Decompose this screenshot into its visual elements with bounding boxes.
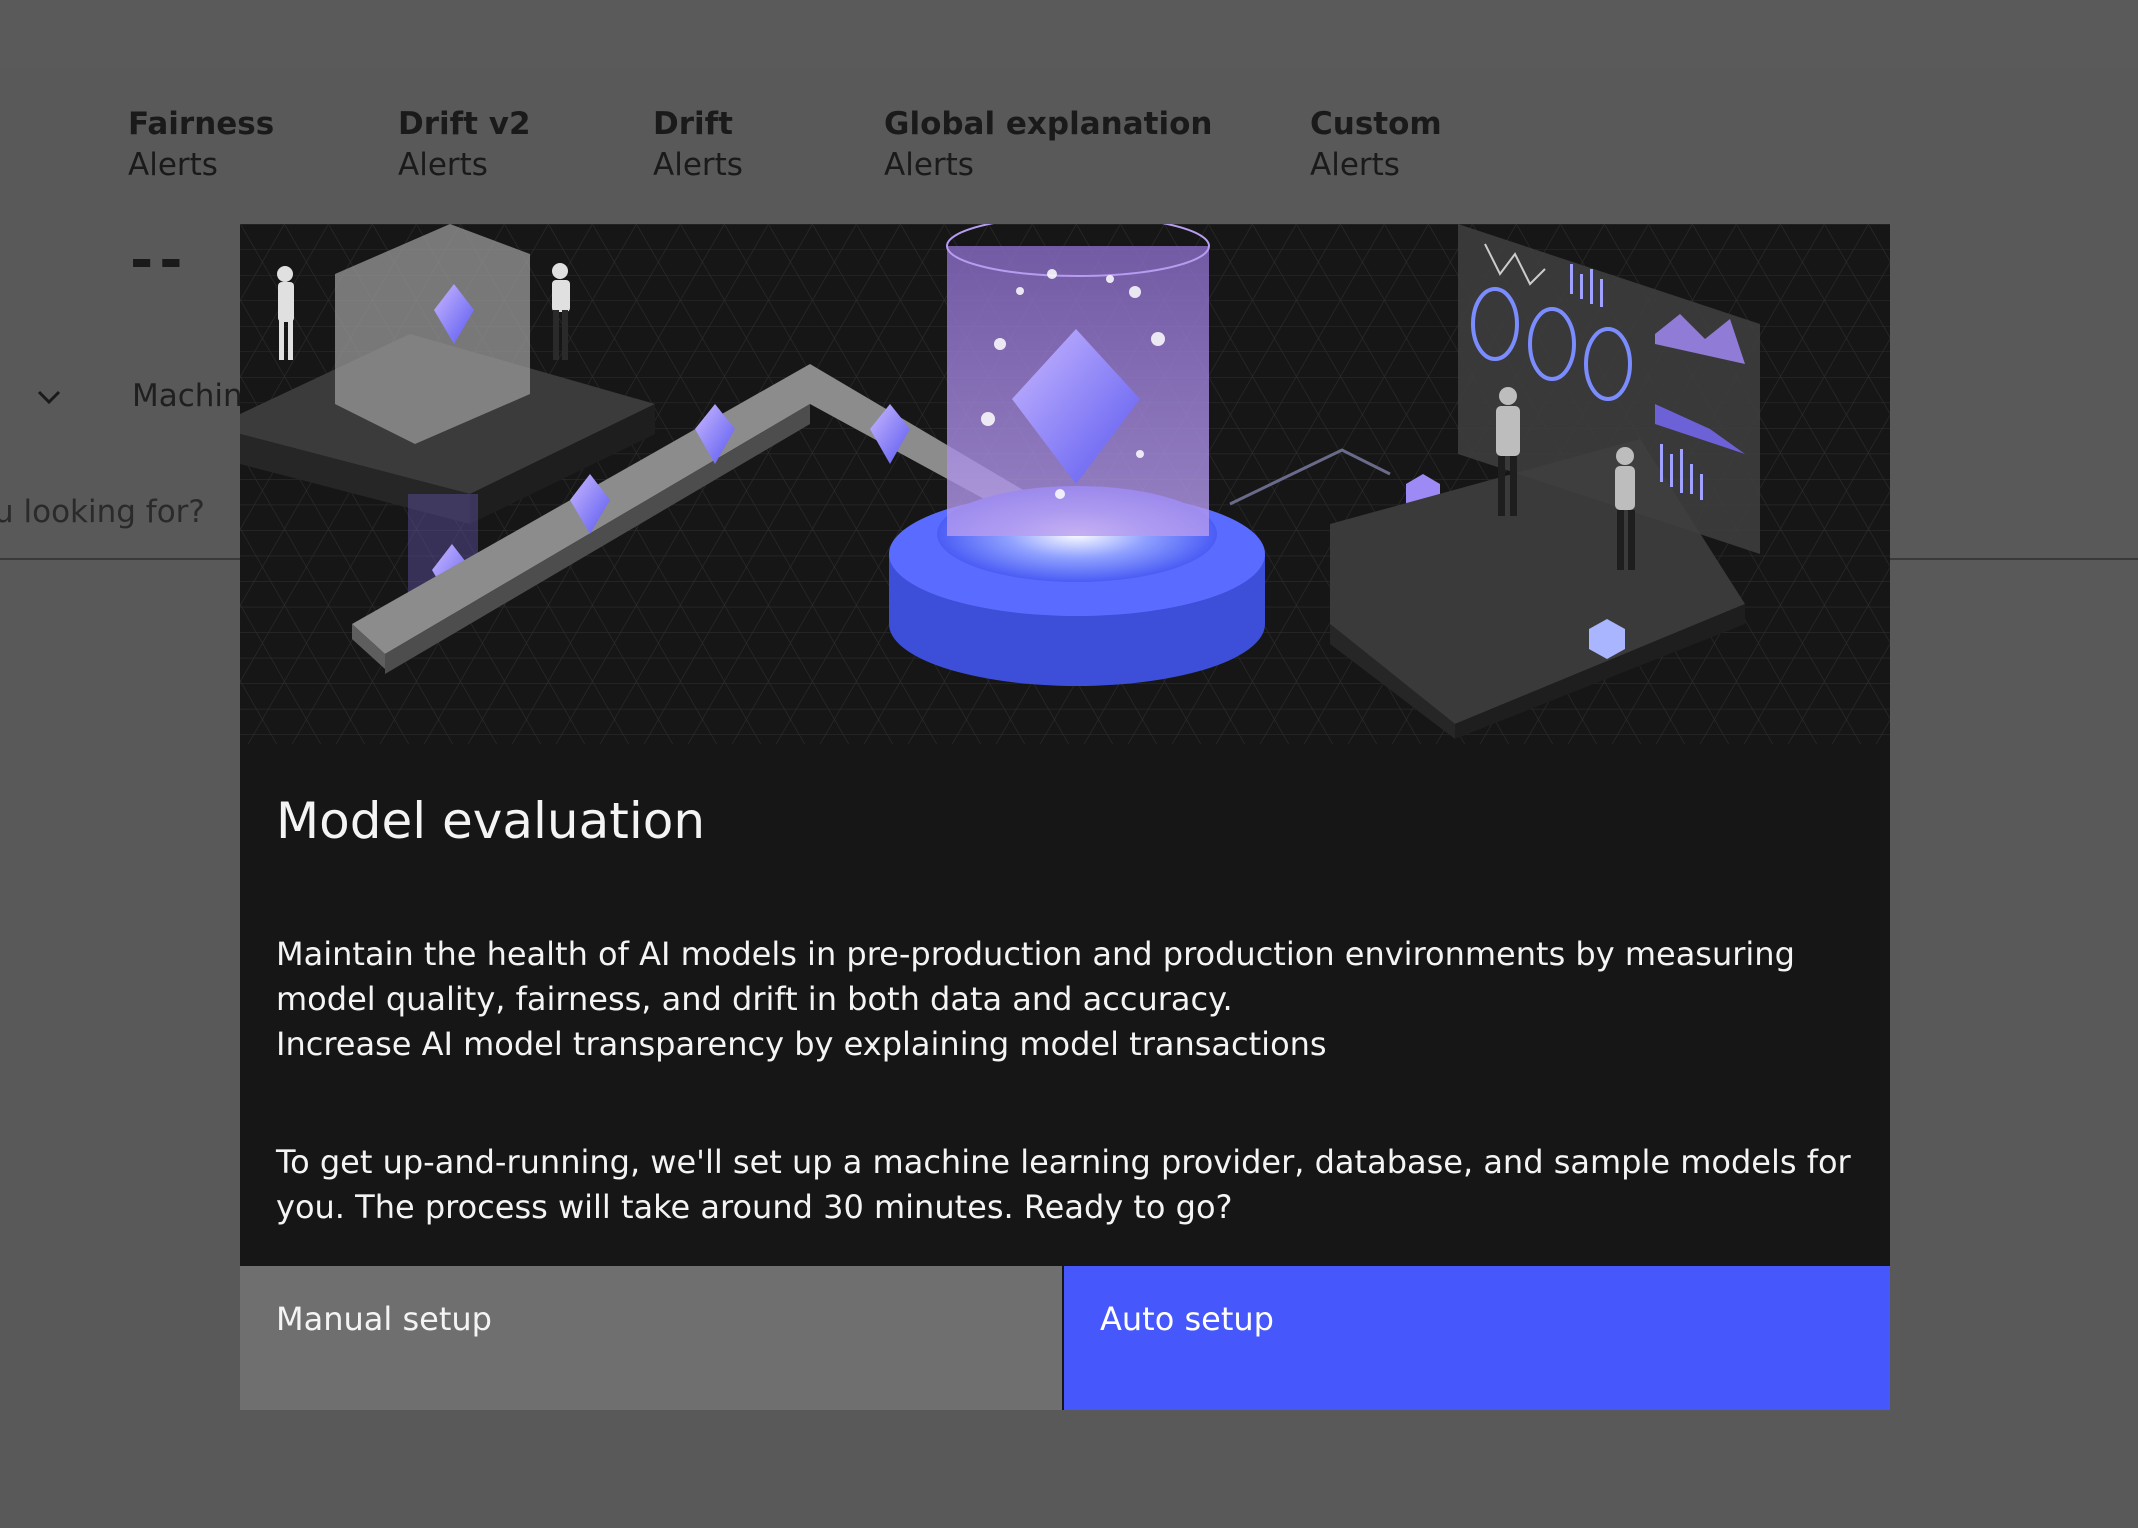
model-evaluation-modal: Model evaluation Maintain the health of … — [240, 224, 1890, 1410]
search-placeholder: u looking for? — [0, 494, 205, 530]
setup-info-paragraph: To get up-and-running, we'll set up a ma… — [276, 1143, 1851, 1226]
tab-title: Custom — [1310, 106, 1442, 142]
tab-subtitle: Alerts — [398, 147, 488, 183]
tab-custom-alerts[interactable]: Custom Alerts — [1310, 104, 1442, 186]
auto-setup-button[interactable]: Auto setup — [1064, 1266, 1890, 1410]
tab-title: Drift — [653, 106, 733, 142]
description-line-1: Maintain the health of AI models in pre-… — [276, 935, 1795, 1018]
tab-drift-alerts[interactable]: Drift Alerts — [653, 104, 743, 186]
value-placeholder: -- — [130, 228, 189, 293]
tab-title: Fairness — [128, 106, 275, 142]
tab-subtitle: Alerts — [1310, 147, 1400, 183]
tab-title: Drift v2 — [398, 106, 531, 142]
tab-global-explanation-alerts[interactable]: Global explanation Alerts — [884, 104, 1212, 186]
auto-setup-label: Auto setup — [1100, 1300, 1274, 1338]
modal-title: Model evaluation — [276, 792, 706, 850]
tab-title: Global explanation — [884, 106, 1213, 142]
tab-subtitle: Alerts — [653, 147, 743, 183]
description-paragraph: Maintain the health of AI models in pre-… — [276, 932, 1866, 1067]
top-bar — [0, 0, 2138, 68]
tab-subtitle: Alerts — [128, 147, 218, 183]
tab-fairness-alerts[interactable]: Fairness Alerts — [128, 104, 274, 186]
tab-drift-v2-alerts[interactable]: Drift v2 Alerts — [398, 104, 531, 186]
tab-subtitle: Alerts — [884, 147, 974, 183]
hero-illustration — [240, 224, 1890, 744]
chevron-down-icon[interactable] — [34, 382, 64, 412]
description-line-2: Increase AI model transparency by explai… — [276, 1025, 1327, 1063]
manual-setup-button[interactable]: Manual setup — [240, 1266, 1062, 1410]
manual-setup-label: Manual setup — [276, 1300, 492, 1338]
